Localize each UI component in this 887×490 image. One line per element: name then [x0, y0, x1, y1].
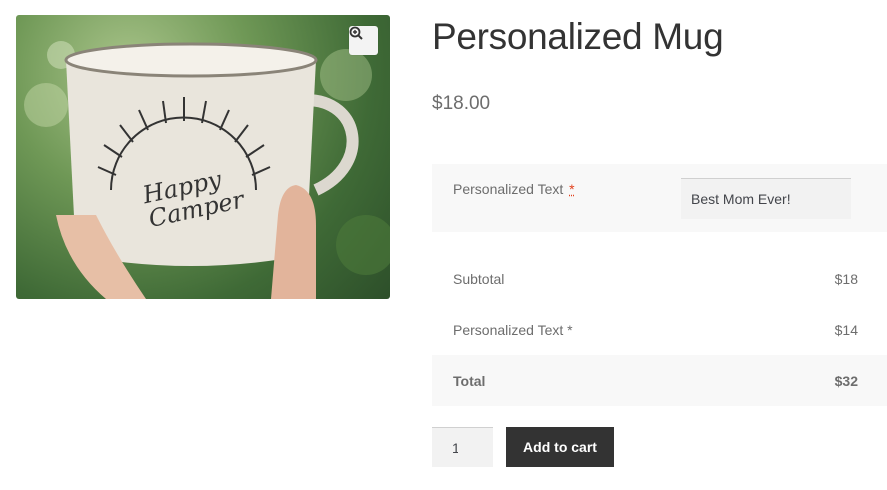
subtotal-value: $18: [834, 270, 858, 287]
total-value: $32: [834, 372, 858, 389]
quantity-input[interactable]: [432, 427, 493, 467]
personalized-text-cost-row: Personalized Text * $14: [432, 304, 887, 355]
required-marker: *: [569, 181, 575, 197]
zoom-in-icon: [349, 26, 363, 40]
mug-photo: Happy Camper: [24, 41, 390, 299]
totals-table: Subtotal $18 Personalized Text * $14 Tot…: [432, 253, 887, 406]
product-title: Personalized Mug: [432, 16, 724, 57]
zoom-button[interactable]: [349, 26, 378, 55]
product-price: $18.00: [432, 93, 491, 114]
subtotal-row: Subtotal $18: [432, 253, 887, 304]
personalized-text-label-text: Personalized Text: [453, 181, 564, 197]
personalized-text-cost-value: $14: [834, 321, 858, 338]
product-image[interactable]: Happy Camper: [16, 15, 390, 299]
personalization-panel: Personalized Text *: [432, 164, 887, 232]
personalized-text-input[interactable]: [681, 178, 851, 219]
add-to-cart-button[interactable]: Add to cart: [506, 427, 614, 467]
total-row: Total $32: [432, 355, 887, 406]
subtotal-label: Subtotal: [453, 270, 505, 287]
personalized-text-label: Personalized Text *: [453, 181, 575, 197]
total-label: Total: [453, 372, 486, 389]
personalized-text-cost-label: Personalized Text *: [453, 321, 573, 338]
